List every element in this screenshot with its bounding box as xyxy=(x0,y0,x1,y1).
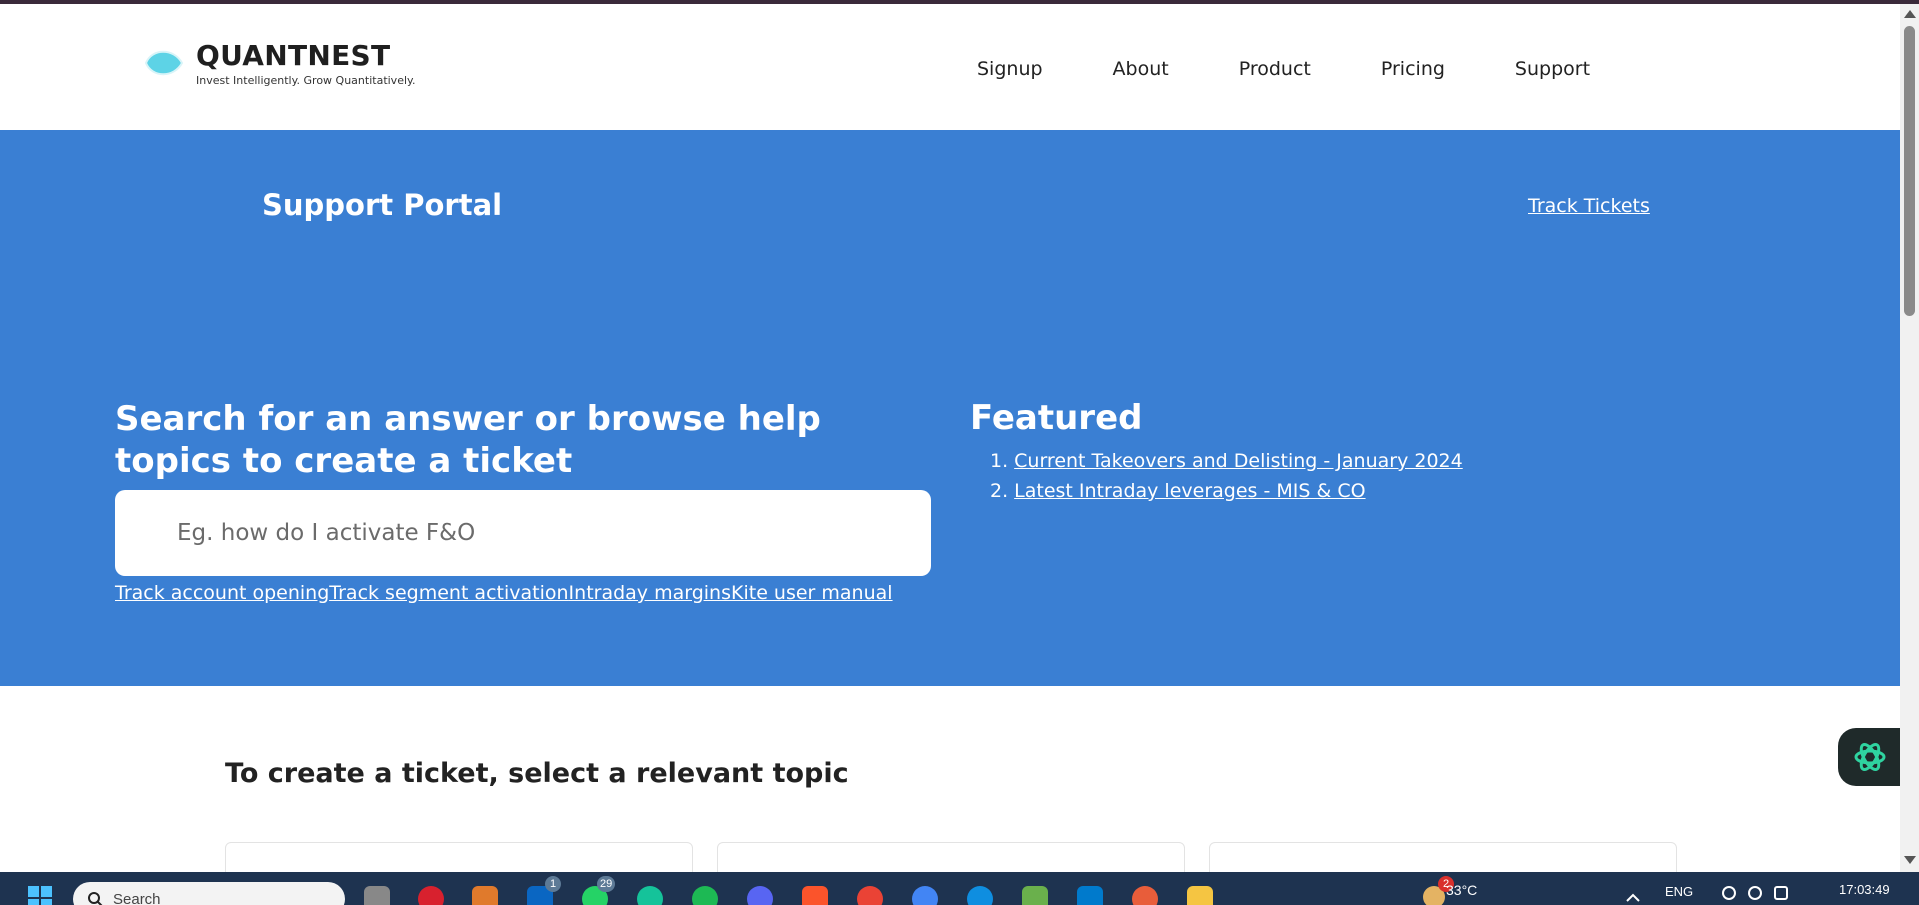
weather-temp[interactable]: 33°C xyxy=(1446,882,1477,898)
brand-logo[interactable]: QUANTNEST Invest Intelligently. Grow Qua… xyxy=(142,40,415,87)
scroll-thumb[interactable] xyxy=(1904,26,1915,316)
spotify-icon[interactable] xyxy=(692,886,718,905)
featured-link-leverages[interactable]: Latest Intraday leverages - MIS & CO xyxy=(1014,480,1365,502)
edge-icon[interactable] xyxy=(967,886,993,905)
discord-icon[interactable] xyxy=(747,886,773,905)
nav-signup[interactable]: Signup xyxy=(977,58,1043,80)
clock[interactable]: 17:03:49 xyxy=(1839,882,1890,897)
taskbar-search-label: Search xyxy=(113,890,161,905)
quick-links: Track account opening Track segment acti… xyxy=(115,582,893,604)
linkedin-badge: 1 xyxy=(545,876,561,892)
featured-link-takeovers[interactable]: Current Takeovers and Delisting - Januar… xyxy=(1014,450,1463,472)
openai-icon xyxy=(1854,743,1886,771)
quick-link-kite-manual[interactable]: Kite user manual xyxy=(731,582,893,604)
nav-product[interactable]: Product xyxy=(1239,58,1311,80)
list-item: 1. Current Takeovers and Delisting - Janu… xyxy=(990,450,1463,472)
grammarly-icon[interactable] xyxy=(637,886,663,905)
brand-tagline: Invest Intelligently. Grow Quantitativel… xyxy=(196,74,416,87)
language-indicator[interactable]: ENG xyxy=(1665,884,1693,899)
app-icon[interactable] xyxy=(1022,886,1048,905)
file-explorer-icon[interactable] xyxy=(1187,886,1213,905)
chat-assistant-button[interactable] xyxy=(1838,728,1902,786)
brand-name: QUANTNEST xyxy=(196,39,391,72)
battery-icon[interactable] xyxy=(1774,886,1788,900)
nav-about[interactable]: About xyxy=(1113,58,1169,80)
chrome-icon[interactable] xyxy=(857,886,883,905)
list-number: 2. xyxy=(990,480,1009,502)
vscode-icon[interactable] xyxy=(1077,886,1103,905)
search-input[interactable] xyxy=(115,490,931,576)
featured-list: 1. Current Takeovers and Delisting - Janu… xyxy=(990,450,1463,510)
chrome-profile-icon[interactable] xyxy=(912,886,938,905)
windows-start-icon[interactable] xyxy=(28,886,52,905)
search-icon xyxy=(88,892,103,905)
volume-icon[interactable] xyxy=(1748,886,1762,900)
search-heading: Search for an answer or browse help topi… xyxy=(115,399,821,481)
page-scrollbar[interactable] xyxy=(1900,4,1919,872)
task-view-icon[interactable] xyxy=(364,886,390,905)
app-icon[interactable] xyxy=(472,886,498,905)
os-taskbar: Search 1 29 2 33°C ENG 17:03:49 xyxy=(0,872,1919,905)
opera-icon[interactable] xyxy=(418,886,444,905)
list-number: 1. xyxy=(990,450,1009,472)
taskbar-search[interactable]: Search xyxy=(73,882,345,905)
quick-link-intraday-margins[interactable]: Intraday margins xyxy=(569,582,731,604)
chevron-up-icon[interactable] xyxy=(1626,892,1640,902)
quick-link-account-opening[interactable]: Track account opening xyxy=(115,582,329,604)
main-nav: Signup About Product Pricing Support xyxy=(977,58,1660,80)
wifi-icon[interactable] xyxy=(1722,886,1736,900)
topics-heading: To create a ticket, select a relevant to… xyxy=(225,758,849,789)
list-item: 2. Latest Intraday leverages - MIS & CO xyxy=(990,480,1463,502)
page-title: Support Portal xyxy=(262,188,503,222)
track-tickets-link[interactable]: Track Tickets xyxy=(1528,195,1650,217)
nav-pricing[interactable]: Pricing xyxy=(1381,58,1445,80)
scroll-down-icon[interactable] xyxy=(1904,856,1916,864)
logo-mark-icon xyxy=(144,50,184,76)
brave-icon[interactable] xyxy=(802,886,828,905)
quick-link-segment-activation[interactable]: Track segment activation xyxy=(329,582,568,604)
nav-support[interactable]: Support xyxy=(1515,58,1590,80)
support-hero: Support Portal Track Tickets Search for … xyxy=(0,130,1900,686)
chrome-active-icon[interactable] xyxy=(1132,886,1158,905)
site-header: QUANTNEST Invest Intelligently. Grow Qua… xyxy=(0,4,1900,130)
scroll-up-icon[interactable] xyxy=(1904,10,1916,18)
whatsapp-badge: 29 xyxy=(597,876,616,892)
featured-heading: Featured xyxy=(970,398,1143,438)
